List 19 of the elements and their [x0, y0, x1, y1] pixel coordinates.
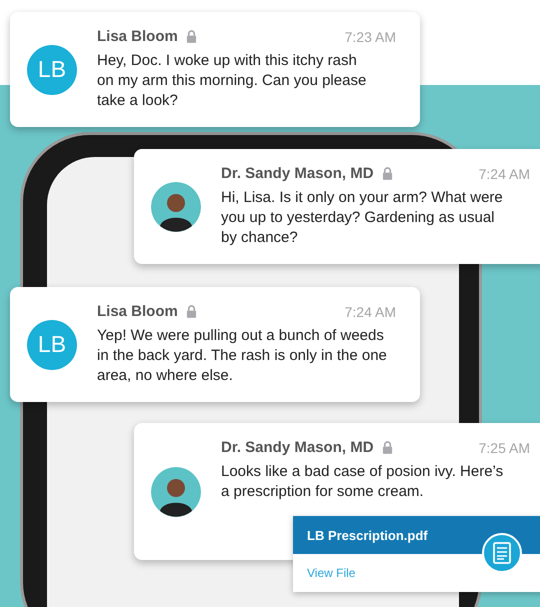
avatar: LB	[27, 44, 77, 94]
document-icon[interactable]	[482, 533, 522, 573]
avatar-icon	[151, 182, 201, 232]
message-time: 7:24 AM	[344, 304, 396, 320]
sender-name: Dr. Sandy Mason, MD	[221, 439, 374, 456]
avatar-icon	[151, 466, 201, 516]
message-time: 7:24 AM	[478, 166, 530, 182]
file-name: LB Prescription.pdf	[307, 528, 428, 542]
sender-name: Lisa Bloom	[97, 28, 178, 45]
message-time: 7:25 AM	[478, 440, 530, 456]
avatar: LB	[27, 320, 77, 370]
message-text: Looks like a bad case of posion ivy. Here’s a prescription for some cream.	[221, 462, 504, 502]
message-text: Yep! We were pulling out a bunch of weeds in the back yard. The rash is only in the one area, no where else.	[97, 326, 388, 386]
sender-name: Dr. Sandy Mason, MD	[221, 165, 374, 182]
message-time: 7:23 AM	[344, 28, 396, 44]
sender-name: Lisa Bloom	[97, 303, 178, 320]
message-text: Hey, Doc. I woke up with this itchy rash on my arm this morning. Can you please take a look?	[97, 51, 368, 111]
view-file-link[interactable]: View File	[307, 566, 356, 580]
message-text: Hi, Lisa. Is it only on your arm? What were you up to yesterday? Gardening as usual by chance?	[221, 188, 504, 248]
